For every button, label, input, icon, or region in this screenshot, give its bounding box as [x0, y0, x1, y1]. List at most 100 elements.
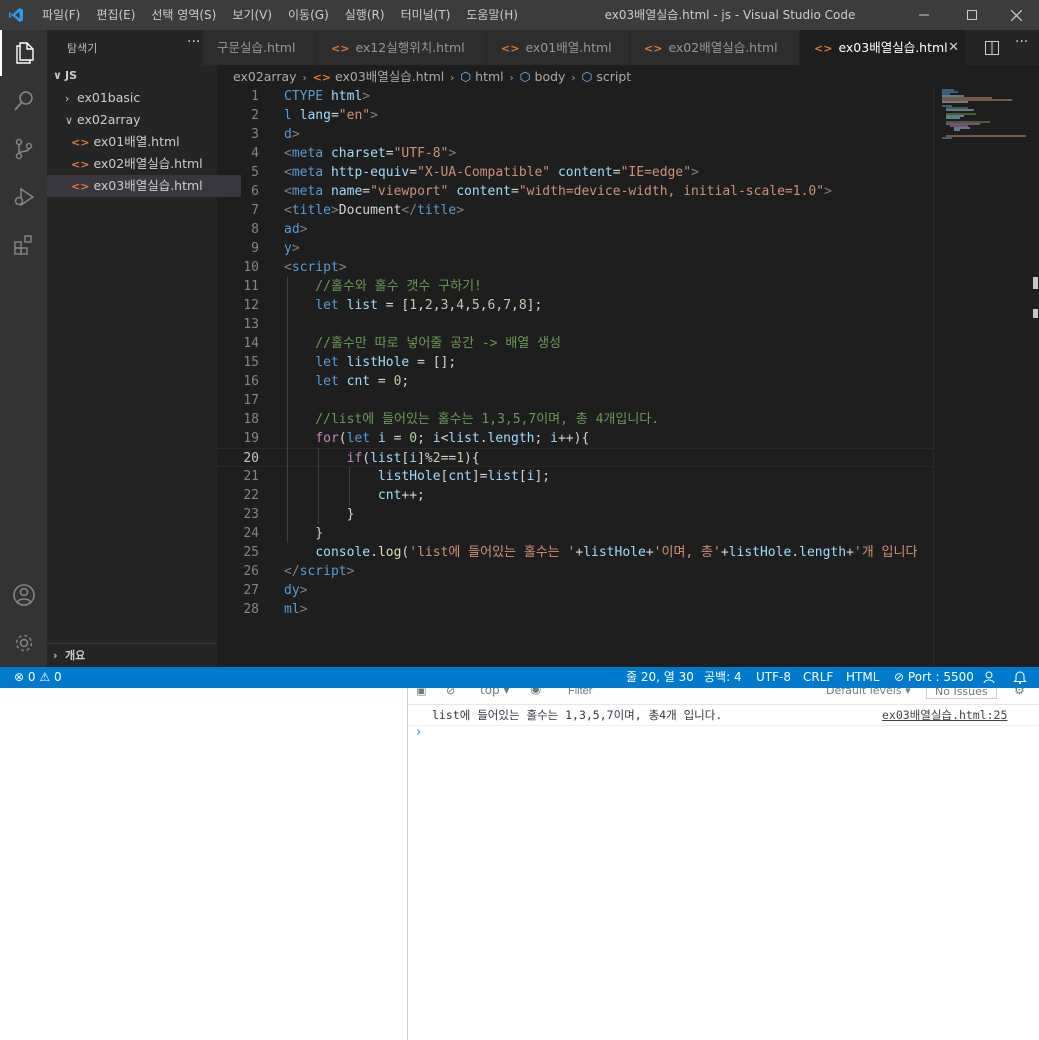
- language-mode[interactable]: HTML: [846, 667, 879, 688]
- manage-activity[interactable]: [0, 620, 47, 666]
- code-line[interactable]: 14 //홀수만 따로 넣어줄 공간 -> 배열 생성: [217, 334, 933, 353]
- code-line[interactable]: 3 d>: [217, 125, 933, 144]
- menu-file[interactable]: 파일(F): [34, 0, 88, 30]
- folder-ex02array[interactable]: ∨ ex02array: [47, 109, 235, 131]
- editor-scrollbar[interactable]: [1031, 87, 1039, 667]
- line-number: 18: [243, 412, 259, 427]
- code-token: for: [315, 431, 339, 446]
- log-source-link[interactable]: ex03배열실습.html:25: [882, 707, 1007, 723]
- minimize-button[interactable]: [901, 0, 947, 30]
- code-line[interactable]: 25 console.log('list에 들어있는 홀수는 '+listHol…: [217, 543, 933, 562]
- problems-indicator[interactable]: ⊗ 0 ⚠ 0: [14, 667, 62, 688]
- code-line[interactable]: 28 ml>: [217, 600, 933, 619]
- menu-go[interactable]: 이동(G): [280, 0, 337, 30]
- line-number: 23: [243, 507, 259, 522]
- code-line[interactable]: 24 }: [217, 524, 933, 543]
- code-line[interactable]: 6 <meta name="viewport" content="width=de…: [217, 182, 933, 201]
- code-line[interactable]: 8 ad>: [217, 220, 933, 239]
- sidebar-toggle-icon[interactable]: ▣: [416, 688, 426, 697]
- close-tab-icon[interactable]: ✕: [948, 30, 959, 65]
- cursor-position[interactable]: 줄 20, 열 30: [626, 667, 694, 688]
- menu-view[interactable]: 보기(V): [224, 0, 280, 30]
- tab-5-active[interactable]: <> ex03배열실습.html ✕: [800, 30, 966, 65]
- code-line[interactable]: 20 if(list[i]%2==1){: [217, 448, 933, 467]
- issues-button[interactable]: No Issues: [926, 688, 997, 699]
- settings-gear-icon[interactable]: ⚙: [1014, 688, 1025, 697]
- filter-input[interactable]: [564, 688, 812, 698]
- minimize-icon: [919, 14, 929, 16]
- clear-console-icon[interactable]: ⊘: [446, 688, 455, 697]
- encoding[interactable]: UTF-8: [756, 667, 791, 688]
- run-debug-activity[interactable]: [0, 174, 47, 220]
- code-line[interactable]: 23 }: [217, 505, 933, 524]
- console-prompt[interactable]: ›: [416, 725, 421, 740]
- extensions-activity[interactable]: [0, 222, 47, 268]
- code-line[interactable]: 12 let list = [1,2,3,4,5,6,7,8];: [217, 296, 933, 315]
- code-line[interactable]: 18 //list에 들어있는 홀수는 1,3,5,7이며, 총 4개입니다.: [217, 410, 933, 429]
- file-ex02[interactable]: <> ex02배열실습.html: [47, 153, 241, 175]
- minimap[interactable]: [933, 87, 1034, 667]
- notifications-button[interactable]: [1013, 667, 1027, 688]
- menu-terminal[interactable]: 터미널(T): [393, 0, 459, 30]
- breadcrumb-file[interactable]: ex03배열실습.html: [335, 69, 444, 84]
- error-icon: ⊗: [14, 670, 25, 684]
- tab-2[interactable]: <> ex12실행위치.html: [317, 30, 487, 65]
- explorer-activity[interactable]: [0, 30, 47, 76]
- tab-4[interactable]: <> ex02배열실습.html: [630, 30, 800, 65]
- more-actions-icon[interactable]: ···: [1015, 34, 1028, 50]
- code-line[interactable]: 19 for(let i = 0; i<list.length; i++){: [217, 429, 933, 448]
- end-of-line[interactable]: CRLF: [803, 667, 833, 688]
- feedback-button[interactable]: [983, 667, 997, 688]
- close-window-button[interactable]: [993, 0, 1039, 30]
- indentation[interactable]: 공백: 4: [704, 667, 742, 688]
- code-line[interactable]: 2 l lang="en">: [217, 106, 933, 125]
- menu-run[interactable]: 실행(R): [337, 0, 393, 30]
- code-line[interactable]: 13: [217, 315, 933, 334]
- more-actions-icon[interactable]: ···: [187, 34, 200, 50]
- source-control-activity[interactable]: [0, 126, 47, 172]
- code-editor[interactable]: 1 CTYPE html> 2 l lang="en"> 3 d> 4 <meta chars…: [217, 87, 933, 667]
- workspace-root-label: JS: [65, 69, 78, 82]
- tab-1[interactable]: 구문실습.html: [203, 30, 317, 65]
- breadcrumb-html[interactable]: html: [475, 69, 503, 84]
- tab-3[interactable]: <> ex01배열.html: [487, 30, 630, 65]
- code-text: <title>Document</title>: [284, 201, 464, 220]
- menu-selection[interactable]: 선택 영역(S): [143, 0, 224, 30]
- menu-edit[interactable]: 편집(E): [88, 0, 143, 30]
- code-line[interactable]: 10 <script>: [217, 258, 933, 277]
- code-line[interactable]: 5 <meta http-equiv="X-UA-Compatible" cont…: [217, 163, 933, 182]
- file-ex03-selected[interactable]: <> ex03배열실습.html: [47, 175, 241, 197]
- live-server-status[interactable]: ⊘ Port : 5500: [894, 667, 974, 688]
- code-line[interactable]: 22 cnt++;: [217, 486, 933, 505]
- breadcrumb-body[interactable]: body: [535, 69, 566, 84]
- code-line[interactable]: 27 dy>: [217, 581, 933, 600]
- eye-icon[interactable]: ◉: [530, 688, 541, 697]
- split-editor-button[interactable]: [985, 40, 999, 59]
- code-line[interactable]: 11 //홀수와 홀수 갯수 구하기!: [217, 277, 933, 296]
- log-levels-dropdown[interactable]: Default levels ▾: [826, 688, 911, 697]
- search-activity[interactable]: [0, 78, 47, 124]
- breadcrumb-script[interactable]: script: [596, 69, 631, 84]
- code-token: 1: [456, 451, 465, 466]
- extensions-icon: [13, 235, 32, 255]
- file-ex01[interactable]: <> ex01배열.html: [47, 131, 241, 153]
- code-line[interactable]: 17: [217, 391, 933, 410]
- workspace-root[interactable]: ∨ JS: [47, 65, 223, 87]
- code-line[interactable]: 15 let listHole = [];: [217, 353, 933, 372]
- code-line[interactable]: 21 listHole[cnt]=list[i];: [217, 467, 933, 486]
- context-selector[interactable]: top ▾: [480, 688, 510, 697]
- code-text: //홀수와 홀수 갯수 구하기!: [284, 277, 482, 296]
- breadcrumb-folder[interactable]: ex02array: [233, 69, 297, 84]
- code-line[interactable]: 7 <title>Document</title>: [217, 201, 933, 220]
- code-line[interactable]: 16 let cnt = 0;: [217, 372, 933, 391]
- folder-ex01basic[interactable]: › ex01basic: [47, 87, 235, 109]
- code-line[interactable]: 26 </script>: [217, 562, 933, 581]
- maximize-button[interactable]: [949, 0, 995, 30]
- menu-help[interactable]: 도움말(H): [458, 0, 526, 30]
- code-line[interactable]: 4 <meta charset="UTF-8">: [217, 144, 933, 163]
- html-file-icon: <>: [312, 71, 331, 84]
- code-line[interactable]: 1 CTYPE html>: [217, 87, 933, 106]
- accounts-activity[interactable]: [0, 572, 47, 618]
- outline-section[interactable]: › 개요: [47, 643, 217, 668]
- code-line[interactable]: 9 y>: [217, 239, 933, 258]
